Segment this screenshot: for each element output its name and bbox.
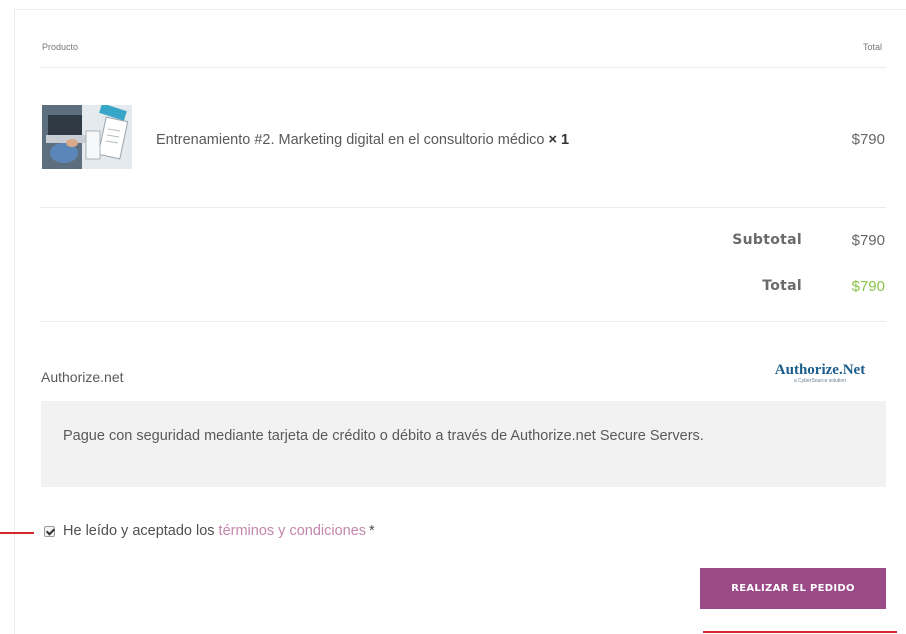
column-header-product: Producto xyxy=(42,42,79,52)
total-value: $790 xyxy=(851,278,885,295)
annotation-line-button xyxy=(703,631,897,633)
product-thumbnail xyxy=(42,105,132,169)
total-label: Total xyxy=(762,278,802,294)
checkout-page: Producto Total Entrenamiento #2. Marketi… xyxy=(0,0,906,634)
header-divider xyxy=(40,67,886,68)
payment-description: Pague con seguridad mediante tarjeta de … xyxy=(63,428,704,444)
product-name: Entrenamiento #2. Marketing digital en e… xyxy=(156,132,569,148)
column-header-total: Total xyxy=(862,42,882,52)
terms-link[interactable]: términos y condiciones xyxy=(219,523,367,539)
product-title: Entrenamiento #2. Marketing digital en e… xyxy=(156,132,545,148)
terms-row: He leído y aceptado los términos y condi… xyxy=(44,523,375,539)
required-mark: * xyxy=(369,523,375,539)
place-order-button[interactable]: REALIZAR EL PEDIDO xyxy=(700,568,886,609)
subtotal-label: Subtotal xyxy=(732,232,802,248)
logo-wordmark: Authorize.Net xyxy=(774,362,866,378)
authorize-net-logo: Authorize.Net a CyberSource solution xyxy=(760,362,880,384)
subtotal-value: $790 xyxy=(851,232,885,249)
summary-divider xyxy=(40,321,886,322)
product-quantity: × 1 xyxy=(548,132,570,148)
payment-method-label[interactable]: Authorize.net xyxy=(41,369,124,385)
payment-description-box: Pague con seguridad mediante tarjeta de … xyxy=(41,401,886,487)
logo-tagline: a CyberSource solution xyxy=(794,378,846,384)
annotation-line-terms xyxy=(0,532,34,534)
product-price: $790 xyxy=(851,131,885,148)
terms-checkbox[interactable] xyxy=(44,525,55,537)
terms-text: He leído y aceptado los xyxy=(63,523,215,539)
items-divider xyxy=(40,207,886,208)
